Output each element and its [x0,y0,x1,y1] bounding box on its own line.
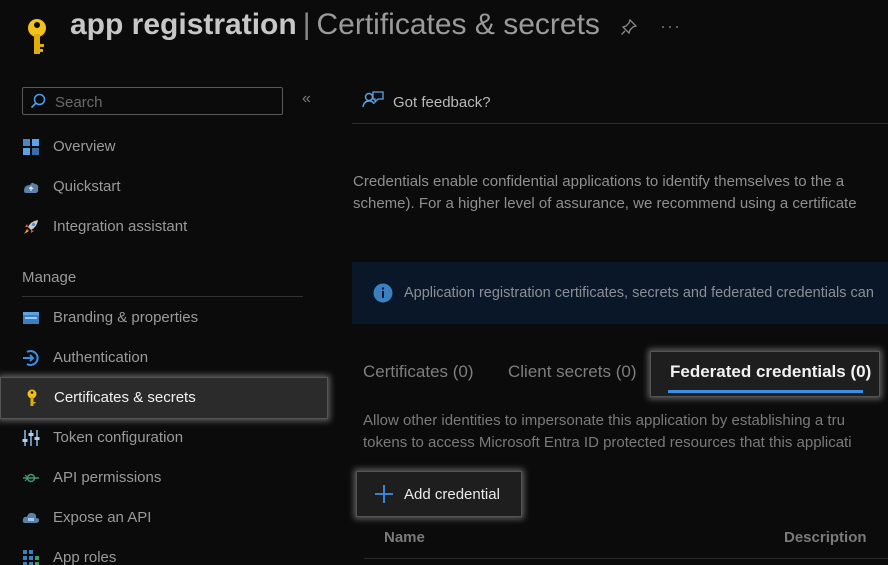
sidebar-item-label: Quickstart [53,178,121,195]
api-permissions-icon [22,469,40,487]
sidebar-item-authentication[interactable]: Authentication [0,338,326,378]
credentials-description: Credentials enable confidential applicat… [353,171,888,215]
sidebar-item-api-permissions[interactable]: API permissions [0,458,326,498]
key-icon [23,389,41,407]
table-header-divider [364,558,888,559]
rocket-icon [22,218,40,236]
add-credential-button[interactable]: Add credential [356,471,522,517]
page: app registration | Certificates & secrets … [0,0,888,565]
sidebar-item-certificates-secrets[interactable]: Certificates & secrets [0,377,328,419]
search-icon [30,93,46,114]
info-icon [373,283,393,308]
sidebar-item-quickstart[interactable]: Quickstart [0,167,326,207]
sidebar-search[interactable] [22,87,283,115]
feedback-link[interactable]: Got feedback? [362,90,491,117]
plus-icon [374,484,394,509]
sidebar-item-label: Overview [53,138,116,155]
feedback-label: Got feedback? [393,94,491,111]
description-line: Allow other identities to impersonate th… [363,412,845,429]
sidebar-item-integration-assistant[interactable]: Integration assistant [0,207,326,247]
title-separator: | [302,8,311,41]
blade-header: app registration | Certificates & secrets … [0,0,888,60]
sidebar: « Overview Quickstart [0,80,330,565]
tab-client-secrets[interactable]: Client secrets (0) [508,362,636,382]
active-tab-indicator [668,390,863,393]
token-icon [22,429,40,447]
column-header-name[interactable]: Name [384,529,425,546]
sidebar-item-label: App roles [53,549,117,565]
sidebar-item-token-configuration[interactable]: Token configuration [0,418,326,458]
sidebar-item-branding[interactable]: Branding & properties [0,298,326,338]
feedback-icon [362,91,384,116]
page-title: app registration | Certificates & secrets [70,8,600,42]
app-roles-icon [22,549,40,565]
sidebar-item-label: Expose an API [53,509,152,526]
quickstart-icon [22,178,40,196]
pin-icon[interactable] [620,18,638,41]
app-name: app registration [70,8,297,41]
sidebar-item-label: Token configuration [53,429,184,446]
more-options-icon[interactable]: ··· [660,16,681,37]
sidebar-item-expose-api[interactable]: Expose an API [0,498,326,538]
section-divider [22,296,303,297]
key-icon [24,18,50,61]
collapse-sidebar-icon[interactable]: « [302,90,311,108]
column-header-description[interactable]: Description [784,529,867,546]
tab-certificates[interactable]: Certificates (0) [363,362,474,382]
info-banner-text: Application registration certificates, s… [404,285,874,301]
overview-icon [22,138,40,156]
info-banner: Application registration certificates, s… [352,262,888,324]
add-credential-label: Add credential [404,486,500,503]
sidebar-item-label: Integration assistant [53,218,188,235]
blade-title: Certificates & secrets [316,8,600,41]
federated-description: Allow other identities to impersonate th… [363,410,888,454]
description-line: tokens to access Microsoft Entra ID prot… [363,434,852,451]
sidebar-item-label: Branding & properties [53,309,199,326]
description-line: scheme). For a higher level of assurance… [353,195,857,212]
section-label-manage: Manage [22,269,77,286]
cloud-icon [22,509,40,527]
sidebar-item-label: Authentication [53,349,149,366]
search-input[interactable] [53,91,277,113]
sidebar-item-label: Certificates & secrets [54,389,196,406]
authentication-icon [22,349,40,367]
sidebar-item-label: API permissions [53,469,162,486]
tab-label: Federated credentials (0) [670,362,872,381]
tab-federated-credentials[interactable]: Federated credentials (0) [650,351,880,397]
branding-icon [22,309,40,327]
sidebar-item-app-roles[interactable]: App roles [0,538,326,565]
content-divider [352,123,888,124]
sidebar-item-overview[interactable]: Overview [0,127,326,167]
description-line: Credentials enable confidential applicat… [353,173,845,190]
